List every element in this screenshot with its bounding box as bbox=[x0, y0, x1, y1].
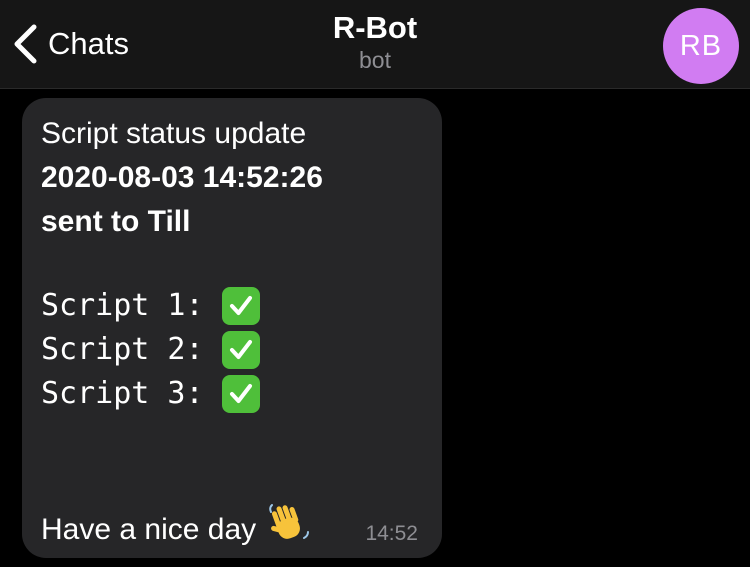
chat-header: Chats R-Bot bot RB bbox=[0, 0, 750, 89]
avatar[interactable]: RB bbox=[663, 8, 739, 84]
chevron-left-icon bbox=[12, 24, 38, 64]
message-heading: Script status update bbox=[41, 117, 307, 150]
closing-text: Have a nice day bbox=[41, 512, 257, 546]
chat-title-area[interactable]: R-Bot bot bbox=[225, 10, 525, 74]
script-row: Script 2: bbox=[41, 328, 260, 372]
check-mark-icon bbox=[221, 331, 260, 369]
waving-hand-icon bbox=[268, 502, 310, 557]
check-mark-icon bbox=[221, 375, 260, 413]
chat-screen: Chats R-Bot bot RB Script status update … bbox=[0, 0, 750, 567]
message-time: 14:52 bbox=[365, 522, 418, 545]
message-heading-block: Script status update 2020-08-03 14:52:26… bbox=[41, 112, 323, 244]
chat-subtitle: bot bbox=[359, 47, 391, 73]
back-button[interactable]: Chats bbox=[12, 20, 129, 68]
script-label: Script 1: bbox=[41, 288, 204, 323]
script-row: Script 1: bbox=[41, 284, 260, 328]
message-recipient-line: sent to Till bbox=[41, 205, 191, 238]
closing-line: Have a nice day bbox=[41, 502, 310, 557]
script-label: Script 3: bbox=[41, 376, 204, 411]
check-mark-icon bbox=[221, 287, 260, 325]
script-row: Script 3: bbox=[41, 372, 260, 416]
avatar-initials: RB bbox=[679, 29, 723, 62]
message-bubble[interactable]: Script status update 2020-08-03 14:52:26… bbox=[22, 98, 442, 558]
script-label: Script 2: bbox=[41, 332, 204, 367]
message-timestamp-line: 2020-08-03 14:52:26 bbox=[41, 161, 323, 194]
chat-title: R-Bot bbox=[332, 10, 418, 45]
script-status-list: Script 1: Script 2: Script 3: bbox=[41, 284, 260, 416]
back-label: Chats bbox=[48, 26, 129, 61]
